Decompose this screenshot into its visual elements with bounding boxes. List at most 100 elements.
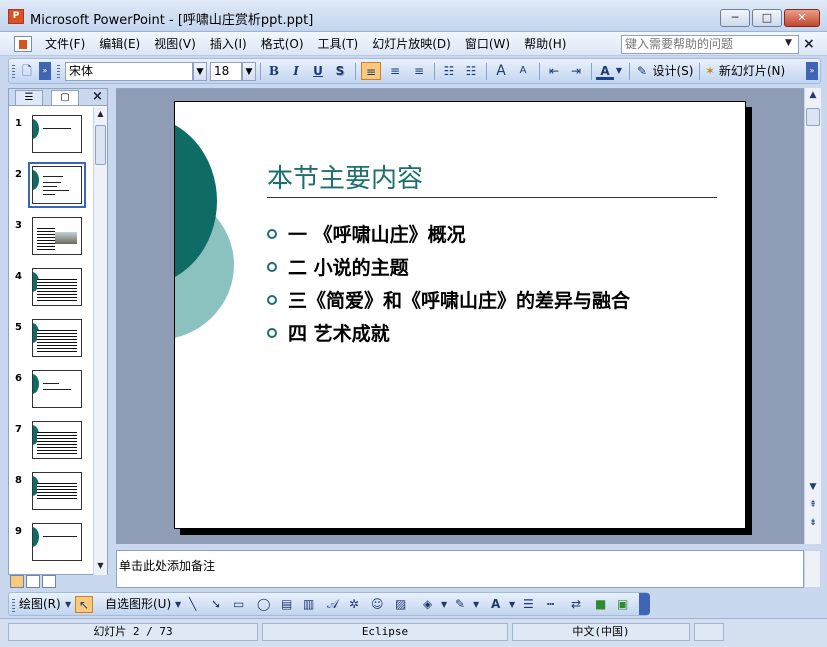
fill-color-icon[interactable]: ◈	[423, 596, 432, 613]
design-button[interactable]: 设计(S)	[651, 62, 695, 80]
slide-thumbnail[interactable]	[32, 421, 82, 459]
menu-insert[interactable]: 插入(I)	[203, 36, 254, 52]
slide-area-scrollbar[interactable]: ▲ ▼ ⇞ ⇟	[804, 88, 821, 544]
current-slide[interactable]: 本节主要内容 一 《呼啸山庄》概况 二 小说的主题 三《简爱》和《呼啸山庄》的差…	[174, 101, 746, 529]
diagram-icon[interactable]: ✲	[349, 596, 359, 613]
slide-title[interactable]: 本节主要内容	[267, 158, 423, 195]
line-style-icon[interactable]: ☰	[523, 596, 534, 613]
select-pointer-icon[interactable]: ↖	[75, 596, 93, 613]
slide-thumbnail-row[interactable]: 7	[9, 421, 93, 463]
maximize-button[interactable]: □	[752, 9, 782, 27]
shadow-button[interactable]: S	[331, 62, 349, 80]
dash-style-icon[interactable]: ┅	[547, 596, 554, 613]
toolbar-options-icon[interactable]: »	[39, 62, 51, 80]
slide-thumbnail-row[interactable]: 9	[9, 523, 93, 565]
scroll-thumb[interactable]	[95, 125, 106, 165]
new-slide-icon[interactable]: ✶	[703, 62, 717, 80]
chevron-down-icon[interactable]: ▼	[509, 596, 515, 613]
slide-thumbnail-row[interactable]: 5	[9, 319, 93, 361]
scroll-down-icon[interactable]: ▼	[94, 561, 107, 573]
toolbar-grip[interactable]	[57, 65, 60, 79]
chevron-down-icon[interactable]: ▼	[175, 596, 181, 613]
menu-view[interactable]: 视图(V)	[147, 36, 203, 52]
font-size-select[interactable]: 18	[210, 62, 242, 81]
align-left-icon[interactable]: ≡	[361, 62, 381, 80]
slide-thumbnail-row[interactable]: 6	[9, 370, 93, 412]
design-icon[interactable]: ✎	[635, 62, 649, 80]
oval-icon[interactable]: ◯	[257, 596, 270, 613]
close-icon[interactable]: ×	[92, 89, 103, 104]
font-name-select[interactable]: 宋体	[65, 62, 193, 81]
help-search-input[interactable]: 键入需要帮助的问题	[621, 35, 799, 54]
chevron-down-icon[interactable]: ▼	[785, 38, 792, 48]
decrease-indent-icon[interactable]: ⇤	[544, 62, 564, 80]
new-slide-button[interactable]: 新幻灯片(N)	[717, 62, 787, 80]
wordart-icon[interactable]: 𝒜	[327, 596, 338, 613]
arrow-icon[interactable]: ➘	[211, 596, 221, 613]
italic-button[interactable]: I	[287, 62, 305, 80]
3d-style-icon[interactable]: ▣	[617, 596, 628, 613]
notes-scrollbar[interactable]	[804, 550, 821, 588]
notes-pane[interactable]: 单击此处添加备注	[116, 550, 804, 588]
increase-indent-icon[interactable]: ⇥	[566, 62, 586, 80]
tab-outline[interactable]: ☰	[15, 90, 43, 105]
shadow-style-icon[interactable]: ■	[595, 596, 606, 613]
grow-font-button[interactable]: A	[491, 62, 511, 80]
slideshow-view-icon[interactable]	[42, 575, 56, 588]
menu-slideshow[interactable]: 幻灯片放映(D)	[365, 36, 458, 52]
textbox-icon[interactable]: ▤	[281, 596, 292, 613]
minimize-button[interactable]: ─	[720, 9, 750, 27]
underline-button[interactable]: U	[309, 62, 327, 80]
numbered-list-icon[interactable]: ☷	[439, 62, 459, 80]
align-center-icon[interactable]: ≡	[385, 62, 405, 80]
draw-menu-button[interactable]: 绘图(R)	[19, 596, 61, 613]
slide-bullet-list[interactable]: 一 《呼啸山庄》概况 二 小说的主题 三《简爱》和《呼啸山庄》的差异与融合 四 …	[267, 220, 630, 352]
toolbar-options-icon[interactable]: »	[806, 62, 818, 80]
toolbar-grip[interactable]	[12, 599, 15, 613]
bold-button[interactable]: B	[265, 62, 283, 80]
chevron-down-icon[interactable]: ▼	[473, 596, 479, 613]
menu-window[interactable]: 窗口(W)	[458, 36, 517, 52]
vertical-textbox-icon[interactable]: ▥	[303, 596, 314, 613]
slides-pane-scrollbar[interactable]: ▲ ▼	[93, 107, 107, 575]
slide-thumbnail[interactable]	[32, 523, 82, 561]
tab-slides[interactable]: ▢	[51, 90, 79, 105]
chevron-down-icon[interactable]: ▼	[65, 596, 71, 613]
line-icon[interactable]: ╲	[189, 596, 196, 613]
document-close-button[interactable]: ×	[803, 36, 815, 52]
align-right-icon[interactable]: ≡	[409, 62, 429, 80]
slide-thumbnail-row[interactable]: 1	[9, 115, 93, 157]
autoshapes-button[interactable]: 自选图形(U)	[105, 596, 171, 613]
slide-thumbnail-row[interactable]: 8	[9, 472, 93, 514]
line-color-icon[interactable]: ✎	[455, 596, 465, 613]
chevron-down-icon[interactable]: ▼	[441, 596, 447, 613]
menu-format[interactable]: 格式(O)	[254, 36, 311, 52]
next-slide-icon[interactable]: ⇟	[806, 518, 820, 528]
new-document-icon[interactable]: 🗋	[19, 62, 35, 80]
powerpoint-app-icon[interactable]: P	[8, 9, 24, 24]
slide-thumbnail[interactable]	[32, 217, 82, 255]
slide-thumbnail[interactable]	[32, 115, 82, 153]
picture-icon[interactable]: ▨	[395, 596, 406, 613]
document-icon[interactable]	[14, 36, 32, 52]
chevron-down-icon[interactable]: ▼	[614, 62, 624, 80]
arrow-style-icon[interactable]: ⇄	[571, 596, 581, 613]
slide-thumbnail[interactable]	[32, 268, 82, 306]
slide-thumbnail[interactable]	[32, 472, 82, 510]
font-color-button[interactable]: A	[596, 62, 614, 80]
normal-view-icon[interactable]	[10, 575, 24, 588]
slide-thumbnail-row[interactable]: 3	[9, 217, 93, 259]
toolbar-options-icon[interactable]	[639, 593, 650, 615]
slide-sorter-view-icon[interactable]	[26, 575, 40, 588]
rectangle-icon[interactable]: ▭	[233, 596, 244, 613]
close-button[interactable]: ✕	[784, 9, 820, 27]
chevron-down-icon[interactable]: ▼	[242, 62, 256, 81]
scroll-down-icon[interactable]: ▼	[806, 482, 820, 492]
slide-thumbnail[interactable]	[32, 319, 82, 357]
slide-thumbnail-selected[interactable]	[28, 162, 86, 208]
menu-tools[interactable]: 工具(T)	[311, 36, 366, 52]
slide-thumbnail-row[interactable]: 2	[9, 162, 93, 208]
font-color-icon[interactable]: A	[491, 596, 500, 613]
bulleted-list-icon[interactable]: ☷	[461, 62, 481, 80]
menu-help[interactable]: 帮助(H)	[517, 36, 573, 52]
